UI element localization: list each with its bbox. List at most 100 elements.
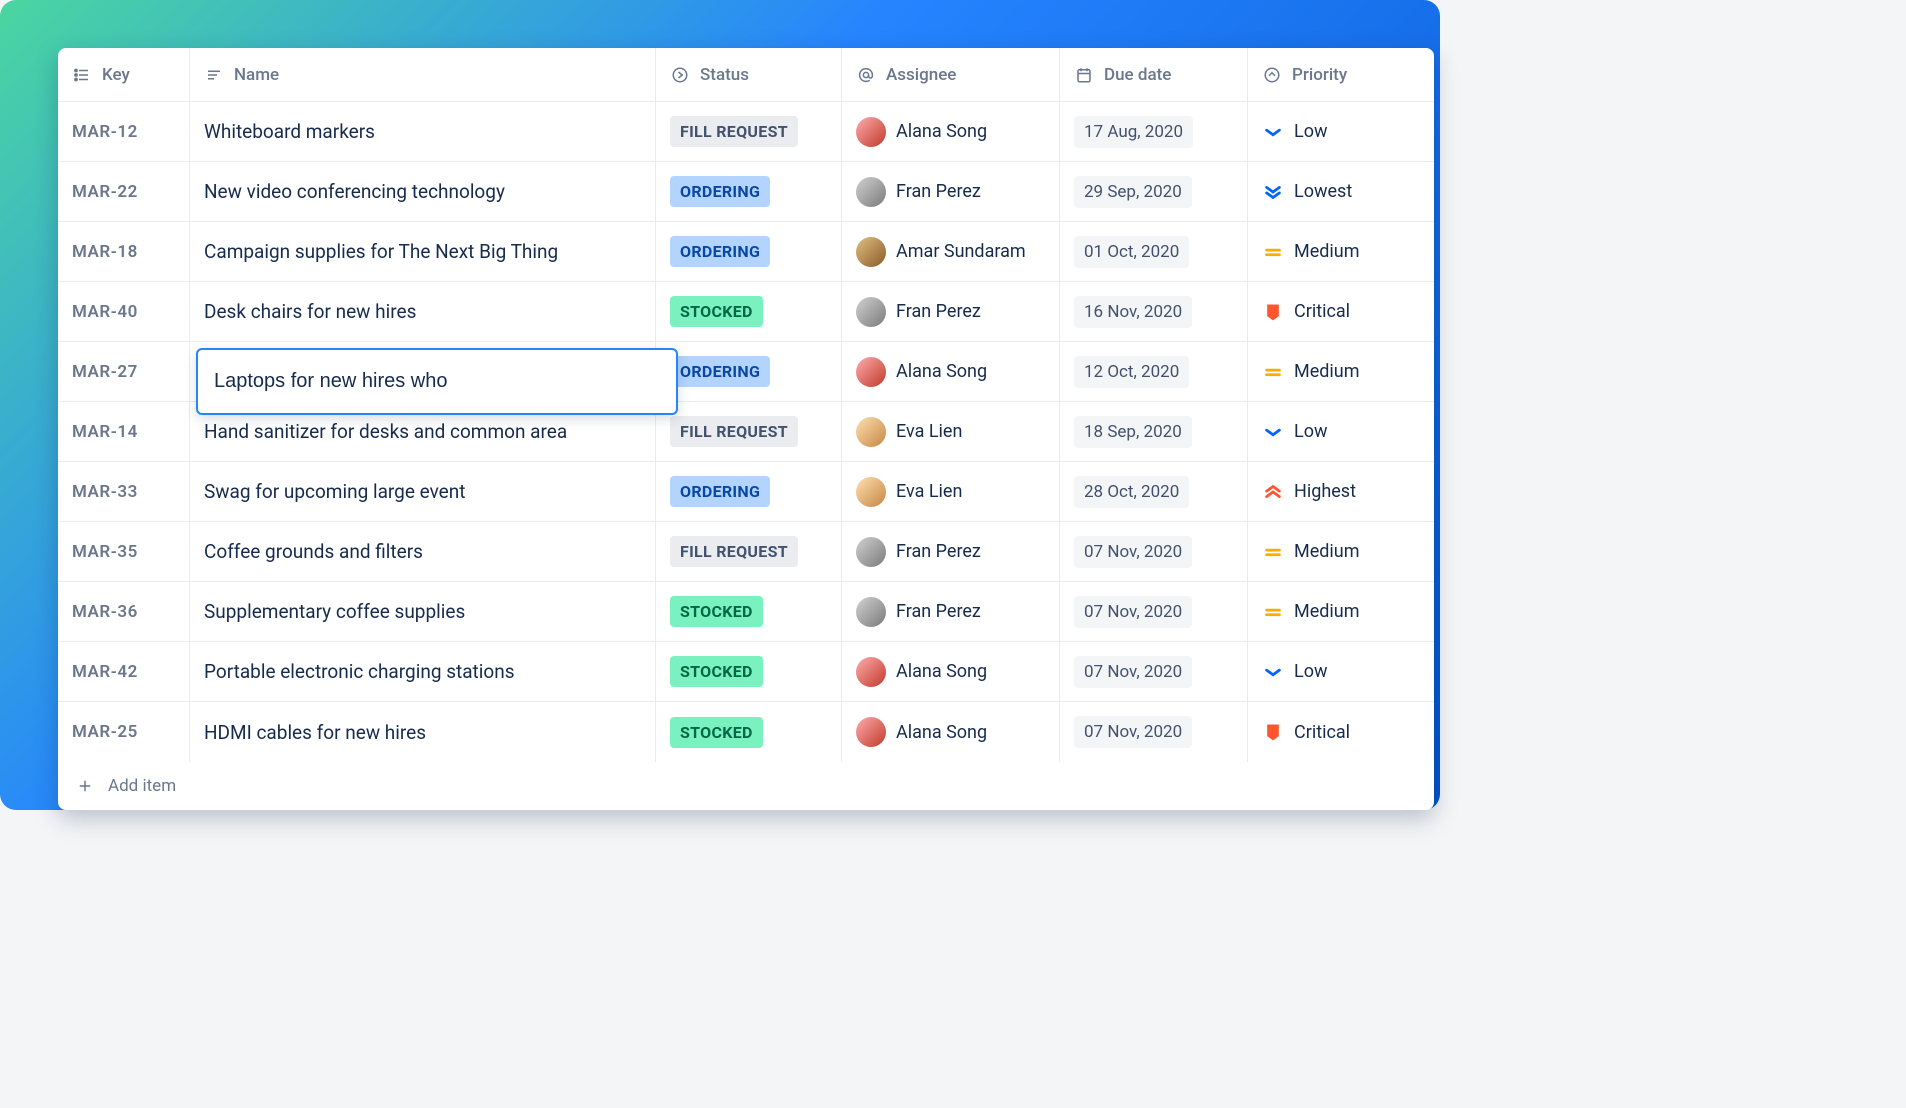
cell-due-date[interactable]: 16 Nov, 2020 bbox=[1060, 282, 1248, 341]
due-date-chip[interactable]: 07 Nov, 2020 bbox=[1074, 536, 1192, 568]
cell-priority[interactable]: Critical bbox=[1248, 282, 1434, 341]
cell-assignee[interactable]: Fran Perez bbox=[842, 582, 1060, 641]
table-row[interactable]: MAR-33Swag for upcoming large event ORDER… bbox=[58, 462, 1434, 522]
cell-assignee[interactable]: Alana Song bbox=[842, 102, 1060, 161]
cell-name[interactable]: HDMI cables for new hires bbox=[190, 702, 656, 762]
cell-assignee[interactable]: Eva Lien bbox=[842, 402, 1060, 461]
col-header-key[interactable]: Key bbox=[58, 48, 190, 101]
cell-priority[interactable]: Low bbox=[1248, 402, 1434, 461]
cell-priority[interactable]: Highest bbox=[1248, 462, 1434, 521]
due-date-chip[interactable]: 07 Nov, 2020 bbox=[1074, 596, 1192, 628]
cell-status[interactable]: STOCKED bbox=[656, 702, 842, 762]
cell-status[interactable]: ORDERING bbox=[656, 162, 842, 221]
status-pill[interactable]: ORDERING bbox=[670, 236, 770, 267]
cell-name[interactable] bbox=[190, 342, 656, 401]
status-pill[interactable]: STOCKED bbox=[670, 656, 763, 687]
col-header-name[interactable]: Name bbox=[190, 48, 656, 101]
due-date-chip[interactable]: 17 Aug, 2020 bbox=[1074, 116, 1193, 148]
status-pill[interactable]: ORDERING bbox=[670, 476, 770, 507]
cell-key[interactable]: MAR-36 bbox=[58, 582, 190, 641]
cell-due-date[interactable]: 07 Nov, 2020 bbox=[1060, 582, 1248, 641]
table-row[interactable]: MAR-36Supplementary coffee supplies STOCK… bbox=[58, 582, 1434, 642]
cell-key[interactable]: MAR-35 bbox=[58, 522, 190, 581]
table-row[interactable]: MAR-40Desk chairs for new hires STOCKED Fr… bbox=[58, 282, 1434, 342]
cell-status[interactable]: ORDERING bbox=[656, 222, 842, 281]
cell-key[interactable]: MAR-33 bbox=[58, 462, 190, 521]
cell-assignee[interactable]: Alana Song bbox=[842, 342, 1060, 401]
due-date-chip[interactable]: 07 Nov, 2020 bbox=[1074, 716, 1192, 748]
col-header-status[interactable]: Status bbox=[656, 48, 842, 101]
table-row[interactable]: MAR-27 ORDERING Alana Song 12 Oct, 2020 Medi… bbox=[58, 342, 1434, 402]
cell-due-date[interactable]: 17 Aug, 2020 bbox=[1060, 102, 1248, 161]
status-pill[interactable]: ORDERING bbox=[670, 356, 770, 387]
due-date-chip[interactable]: 12 Oct, 2020 bbox=[1074, 356, 1189, 388]
cell-status[interactable]: FILL REQUEST bbox=[656, 522, 842, 581]
cell-name[interactable]: Campaign supplies for The Next Big Thing bbox=[190, 222, 656, 281]
table-row[interactable]: MAR-12Whiteboard markersFILL REQUESTAlan… bbox=[58, 102, 1434, 162]
cell-due-date[interactable]: 12 Oct, 2020 bbox=[1060, 342, 1248, 401]
cell-priority[interactable]: Critical bbox=[1248, 702, 1434, 762]
cell-status[interactable]: FILL REQUEST bbox=[656, 102, 842, 161]
col-header-assignee[interactable]: Assignee bbox=[842, 48, 1060, 101]
cell-name[interactable]: Supplementary coffee supplies bbox=[190, 582, 656, 641]
cell-status[interactable]: STOCKED bbox=[656, 642, 842, 701]
cell-due-date[interactable]: 07 Nov, 2020 bbox=[1060, 522, 1248, 581]
due-date-chip[interactable]: 16 Nov, 2020 bbox=[1074, 296, 1192, 328]
cell-key[interactable]: MAR-12 bbox=[58, 102, 190, 161]
cell-key[interactable]: MAR-27 bbox=[58, 342, 190, 401]
cell-status[interactable]: FILL REQUEST bbox=[656, 402, 842, 461]
cell-due-date[interactable]: 01 Oct, 2020 bbox=[1060, 222, 1248, 281]
cell-priority[interactable]: Lowest bbox=[1248, 162, 1434, 221]
cell-priority[interactable]: Medium bbox=[1248, 522, 1434, 581]
cell-name[interactable]: Desk chairs for new hires bbox=[190, 282, 656, 341]
cell-key[interactable]: MAR-14 bbox=[58, 402, 190, 461]
cell-key[interactable]: MAR-40 bbox=[58, 282, 190, 341]
cell-key[interactable]: MAR-22 bbox=[58, 162, 190, 221]
cell-assignee[interactable]: Fran Perez bbox=[842, 522, 1060, 581]
due-date-chip[interactable]: 29 Sep, 2020 bbox=[1074, 176, 1192, 208]
cell-assignee[interactable]: Alana Song bbox=[842, 702, 1060, 762]
cell-due-date[interactable]: 07 Nov, 2020 bbox=[1060, 702, 1248, 762]
cell-key[interactable]: MAR-25 bbox=[58, 702, 190, 762]
table-row[interactable]: MAR-25HDMI cables for new hires STOCKED Al… bbox=[58, 702, 1434, 762]
add-item-button[interactable]: Add item bbox=[58, 762, 1434, 810]
cell-priority[interactable]: Medium bbox=[1248, 222, 1434, 281]
table-row[interactable]: MAR-42Portable electronic charging stati… bbox=[58, 642, 1434, 702]
cell-assignee[interactable]: Fran Perez bbox=[842, 282, 1060, 341]
status-pill[interactable]: STOCKED bbox=[670, 717, 763, 748]
cell-assignee[interactable]: Fran Perez bbox=[842, 162, 1060, 221]
cell-due-date[interactable]: 28 Oct, 2020 bbox=[1060, 462, 1248, 521]
cell-status[interactable]: STOCKED bbox=[656, 582, 842, 641]
due-date-chip[interactable]: 28 Oct, 2020 bbox=[1074, 476, 1189, 508]
cell-priority[interactable]: Medium bbox=[1248, 582, 1434, 641]
due-date-chip[interactable]: 18 Sep, 2020 bbox=[1074, 416, 1192, 448]
cell-status[interactable]: ORDERING bbox=[656, 342, 842, 401]
cell-key[interactable]: MAR-42 bbox=[58, 642, 190, 701]
table-row[interactable]: MAR-35Coffee grounds and filters FILL REQ… bbox=[58, 522, 1434, 582]
table-row[interactable]: MAR-22New video conferencing technology O… bbox=[58, 162, 1434, 222]
cell-key[interactable]: MAR-18 bbox=[58, 222, 190, 281]
cell-priority[interactable]: Medium bbox=[1248, 342, 1434, 401]
due-date-chip[interactable]: 01 Oct, 2020 bbox=[1074, 236, 1189, 268]
cell-assignee[interactable]: Eva Lien bbox=[842, 462, 1060, 521]
cell-due-date[interactable]: 07 Nov, 2020 bbox=[1060, 642, 1248, 701]
cell-name[interactable]: Coffee grounds and filters bbox=[190, 522, 656, 581]
due-date-chip[interactable]: 07 Nov, 2020 bbox=[1074, 656, 1192, 688]
cell-due-date[interactable]: 18 Sep, 2020 bbox=[1060, 402, 1248, 461]
cell-name[interactable]: New video conferencing technology bbox=[190, 162, 656, 221]
col-header-due[interactable]: Due date bbox=[1060, 48, 1248, 101]
status-pill[interactable]: STOCKED bbox=[670, 296, 763, 327]
cell-due-date[interactable]: 29 Sep, 2020 bbox=[1060, 162, 1248, 221]
status-pill[interactable]: FILL REQUEST bbox=[670, 536, 798, 567]
cell-priority[interactable]: Low bbox=[1248, 642, 1434, 701]
cell-status[interactable]: ORDERING bbox=[656, 462, 842, 521]
cell-priority[interactable]: Low bbox=[1248, 102, 1434, 161]
status-pill[interactable]: FILL REQUEST bbox=[670, 116, 798, 147]
status-pill[interactable]: ORDERING bbox=[670, 176, 770, 207]
cell-assignee[interactable]: Amar Sundaram bbox=[842, 222, 1060, 281]
status-pill[interactable]: STOCKED bbox=[670, 596, 763, 627]
col-header-priority[interactable]: Priority bbox=[1248, 48, 1434, 101]
table-row[interactable]: MAR-18Campaign supplies for The Next Big… bbox=[58, 222, 1434, 282]
cell-status[interactable]: STOCKED bbox=[656, 282, 842, 341]
cell-name[interactable]: Swag for upcoming large event bbox=[190, 462, 656, 521]
